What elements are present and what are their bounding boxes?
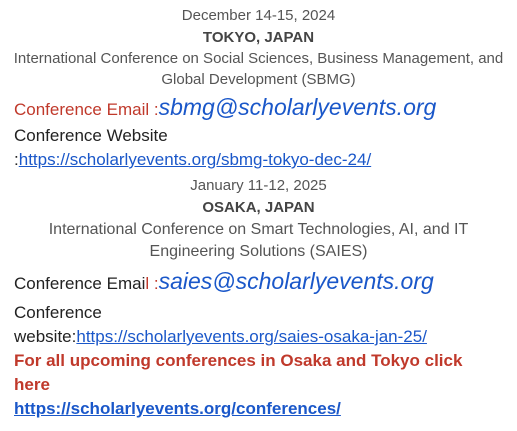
- event2-website-row: website:https://scholarlyevents.org/saie…: [14, 325, 509, 349]
- event2-website-label: Conference: [14, 303, 102, 322]
- all-conferences-link[interactable]: https://scholarlyevents.org/conferences/: [14, 399, 341, 418]
- event1-location: TOKYO, JAPAN: [202, 29, 315, 46]
- event2-email-label-suffix: l :: [145, 274, 159, 293]
- all-conferences-link-row: https://scholarlyevents.org/conferences/: [14, 397, 509, 421]
- event2-email-label: Conference Emai: [14, 274, 146, 293]
- event2-date: January 11-12, 2025: [190, 177, 327, 194]
- event2-location: OSAKA, JAPAN: [202, 199, 315, 216]
- event1-website-link[interactable]: https://scholarlyevents.org/sbmg-tokyo-d…: [19, 150, 371, 169]
- email-body: December 14-15, 2024 TOKYO, JAPAN Intern…: [0, 0, 517, 431]
- event1-title: International Conference on Social Scien…: [13, 50, 504, 88]
- event1-website-label: Conference Website: [14, 126, 168, 145]
- all-conferences-cta: For all upcoming conferences in Osaka an…: [14, 351, 463, 394]
- event1-website-row: :https://scholarlyevents.org/sbmg-tokyo-…: [14, 148, 509, 172]
- event1-email-label: Conference Email :: [14, 100, 159, 119]
- event2-website-prefix: website:: [14, 327, 77, 346]
- event2-website-link[interactable]: https://scholarlyevents.org/saies-osaka-…: [76, 327, 427, 346]
- event2-title: International Conference on Smart Techno…: [48, 221, 469, 260]
- event1-date: December 14-15, 2024: [181, 7, 336, 24]
- event2-email-row: Conference Email :saies@scholarlyevents.…: [14, 266, 509, 299]
- event2-email-address[interactable]: saies@scholarlyevents.org: [159, 268, 434, 294]
- event1-email-row: Conference Email :sbmg@scholarlyevents.o…: [14, 92, 509, 125]
- event1-email-address[interactable]: sbmg@scholarlyevents.org: [159, 94, 437, 120]
